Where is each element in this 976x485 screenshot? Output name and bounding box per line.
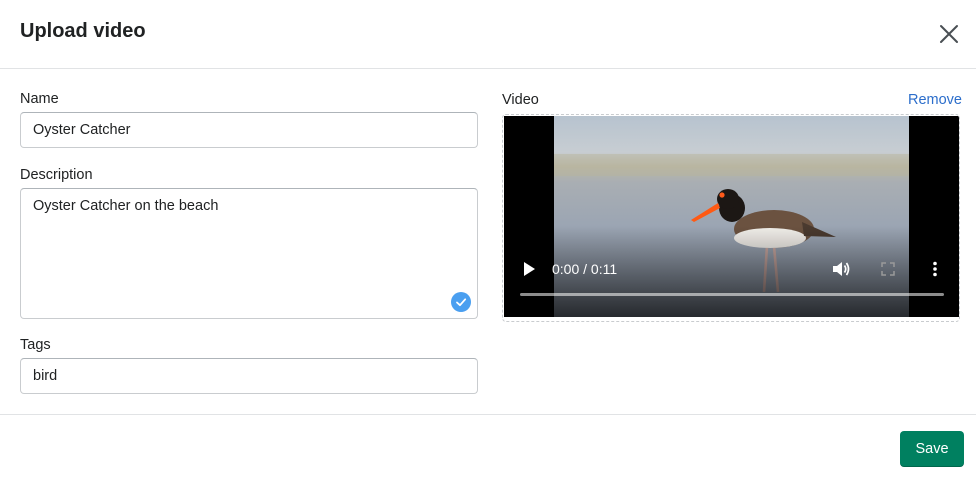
close-icon	[940, 25, 958, 43]
modal-footer	[0, 414, 976, 485]
description-textarea[interactable]: Oyster Catcher on the beach	[20, 188, 478, 319]
volume-icon	[833, 262, 850, 276]
name-label: Name	[20, 91, 59, 107]
video-player[interactable]: 0:00 / 0:11	[504, 116, 959, 317]
description-label: Description	[20, 167, 93, 183]
fullscreen-icon	[881, 262, 895, 276]
tags-label: Tags	[20, 337, 51, 353]
video-progress-bar[interactable]	[520, 293, 944, 296]
more-options-button[interactable]	[932, 261, 938, 282]
play-icon	[524, 262, 535, 276]
play-button[interactable]	[522, 261, 536, 282]
checkmark-icon	[451, 292, 471, 312]
modal-header: Upload video	[0, 0, 976, 69]
upload-video-modal: Upload video Name Oyster Catcher Descrip…	[0, 0, 976, 484]
tags-input[interactable]: bird	[20, 358, 478, 394]
video-label: Video	[502, 92, 539, 108]
volume-button[interactable]	[831, 259, 851, 284]
video-time: 0:00 / 0:11	[552, 261, 618, 277]
fullscreen-button[interactable]	[881, 262, 895, 281]
remove-video-link[interactable]: Remove	[908, 92, 962, 108]
close-button[interactable]	[936, 21, 962, 47]
more-options-icon	[933, 261, 937, 277]
name-input[interactable]: Oyster Catcher	[20, 112, 478, 148]
modal-title: Upload video	[20, 20, 146, 42]
description-text: Oyster Catcher on the beach	[33, 198, 219, 214]
save-button[interactable]: Save	[900, 431, 964, 467]
video-dropzone: 0:00 / 0:11	[502, 114, 960, 322]
